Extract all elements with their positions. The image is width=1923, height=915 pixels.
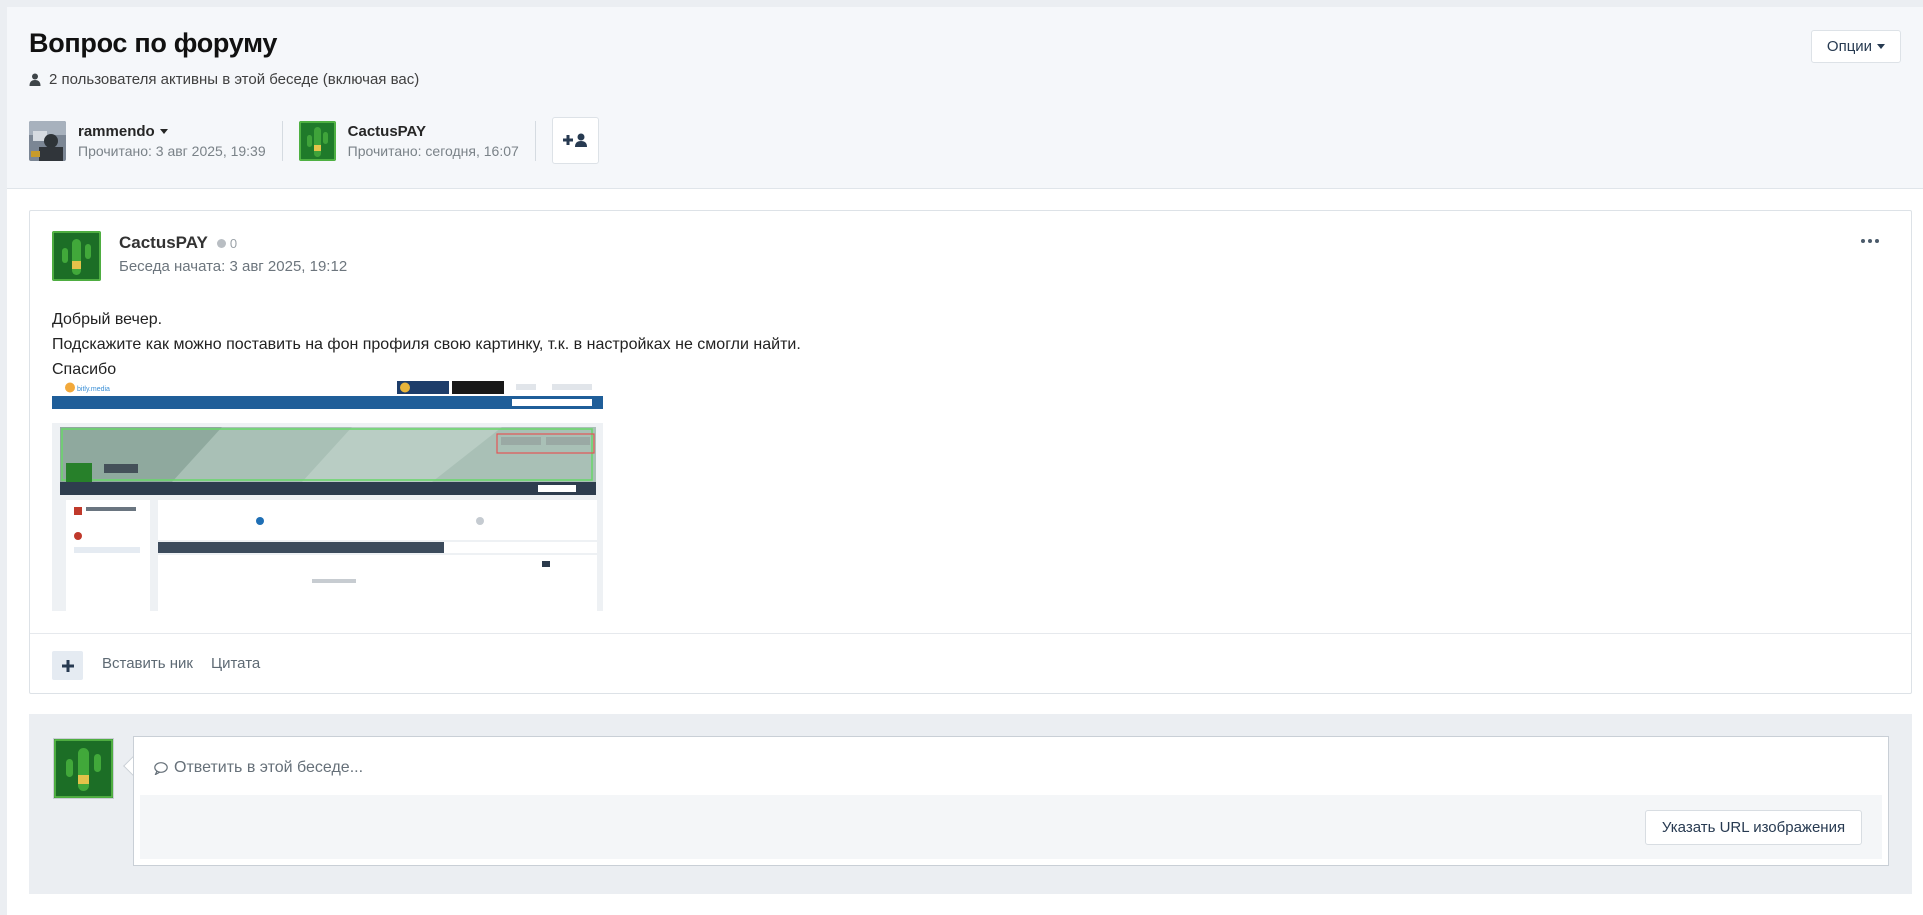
conversation-header: Вопрос по форуму 2 пользователя активны … <box>7 7 1923 189</box>
image-url-button[interactable]: Указать URL изображения <box>1645 810 1862 845</box>
options-label: Опции <box>1826 38 1873 55</box>
conversation-started: Беседа начата: 3 авг 2025, 19:12 <box>119 258 348 275</box>
insert-nick-link[interactable]: Вставить ник <box>102 655 193 672</box>
participant-name[interactable]: rammendo <box>78 123 266 140</box>
cactus-avatar-image <box>298 121 336 161</box>
svg-text:bitly.media: bitly.media <box>77 386 110 393</box>
reply-placeholder[interactable]: Ответить в этой беседе... <box>154 759 363 777</box>
page: Вопрос по форуму 2 пользователя активны … <box>7 7 1923 915</box>
cactus-avatar-image <box>54 739 113 798</box>
add-user-icon <box>563 133 588 147</box>
plus-icon <box>61 659 74 672</box>
reputation-dot-icon <box>216 238 226 248</box>
message-post: CactusPAY 0 Беседа начата: 3 авг 2025, 1… <box>29 210 1912 694</box>
avatar-image <box>29 121 66 161</box>
reply-toolbar: Указать URL изображения <box>140 795 1882 859</box>
caret-down-icon <box>1877 44 1886 49</box>
active-users-text: 2 пользователя активны в этой беседе (вк… <box>49 71 420 88</box>
page-title: Вопрос по форуму <box>29 28 278 58</box>
participants-list: rammendo Прочитано: 3 авг 2025, 19:39 Ca… <box>29 116 599 164</box>
message-footer: Вставить ник Цитата <box>30 633 1911 694</box>
author-name[interactable]: CactusPAY 0 <box>119 233 237 253</box>
avatar[interactable] <box>298 121 336 161</box>
caret-down-icon[interactable] <box>159 129 168 134</box>
participant-read-time: Прочитано: 3 авг 2025, 19:39 <box>78 143 266 159</box>
message-line: Добрый вечер. <box>52 311 163 328</box>
message-body: Добрый вечер. Подскажите как можно поста… <box>52 307 801 382</box>
participant-name[interactable]: CactusPAY <box>348 123 519 140</box>
reply-area: Ответить в этой беседе... Указать URL из… <box>29 714 1912 894</box>
quote-link[interactable]: Цитата <box>211 655 260 672</box>
author-avatar[interactable] <box>52 231 101 281</box>
add-participant-button[interactable] <box>551 116 599 164</box>
comment-icon <box>154 761 168 775</box>
reputation-badge: 0 <box>216 236 237 251</box>
message-line: Подскажите как можно поставить на фон пр… <box>52 336 801 353</box>
active-users: 2 пользователя активны в этой беседе (вк… <box>29 71 419 88</box>
avatar[interactable] <box>29 121 66 161</box>
attached-screenshot[interactable]: bitly.media <box>52 379 603 611</box>
user-icon <box>29 73 41 86</box>
more-options-icon[interactable] <box>1861 239 1879 243</box>
options-button[interactable]: Опции <box>1811 30 1901 63</box>
participant-cactuspay[interactable]: CactusPAY Прочитано: сегодня, 16:07 <box>298 121 536 161</box>
multiquote-button[interactable] <box>52 651 83 680</box>
cactus-avatar-image <box>52 231 101 281</box>
current-user-avatar <box>53 738 114 799</box>
attached-screenshot-image: bitly.media <box>52 379 603 611</box>
reply-editor[interactable]: Ответить в этой беседе... Указать URL из… <box>133 736 1889 866</box>
participant-read-time: Прочитано: сегодня, 16:07 <box>347 143 519 159</box>
participant-rammendo[interactable]: rammendo Прочитано: 3 авг 2025, 19:39 <box>29 121 283 161</box>
